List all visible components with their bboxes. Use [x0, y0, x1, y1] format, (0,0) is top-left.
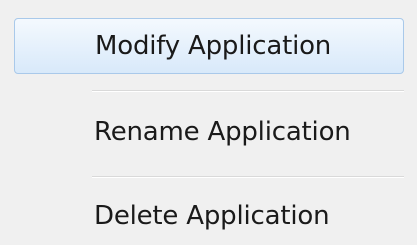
menu-item-label: Rename Application	[94, 117, 351, 147]
menu-separator	[92, 90, 404, 92]
context-menu: Modify Application Rename Application De…	[0, 0, 417, 245]
menu-item-label: Modify Application	[95, 31, 332, 61]
menu-item-delete-application[interactable]: Delete Application	[14, 188, 404, 244]
menu-separator	[92, 176, 404, 178]
menu-gutter	[0, 0, 14, 245]
menu-item-label: Delete Application	[94, 201, 330, 231]
menu-item-modify-application[interactable]: Modify Application	[14, 18, 404, 74]
menu-item-rename-application[interactable]: Rename Application	[14, 104, 404, 160]
